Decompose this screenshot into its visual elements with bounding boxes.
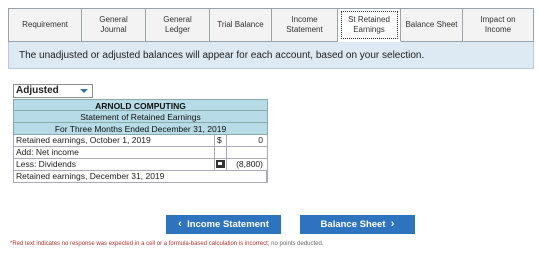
statement-row: Add: Net income	[13, 147, 268, 159]
tab-requirement[interactable]: Requirement	[8, 8, 82, 42]
tab-income-statement[interactable]: Income Statement	[272, 8, 338, 42]
tab-general-ledger[interactable]: General Ledger	[146, 8, 210, 42]
amount-input[interactable]	[227, 147, 267, 158]
tab-st-retained-earnings[interactable]: St Retained Earnings	[338, 8, 401, 42]
chevron-right-icon: ›	[390, 218, 395, 230]
balance-type-value: Adjusted	[16, 85, 59, 96]
statement-row: Retained earnings, October 1, 2019 $0	[13, 135, 268, 147]
retained-earnings-statement: ARNOLD COMPUTING Statement of Retained E…	[13, 99, 268, 183]
tab-general-journal[interactable]: General Journal	[82, 8, 146, 42]
chevron-down-icon	[80, 89, 88, 93]
tab-trial-balance[interactable]: Trial Balance	[210, 8, 272, 42]
income-statement-button[interactable]: ‹ Income Statement	[166, 215, 281, 234]
company-name: ARNOLD COMPUTING	[13, 99, 268, 111]
footnote: *Red text indicates no response was expe…	[10, 241, 324, 247]
row-label: Retained earnings, December 31, 2019	[14, 171, 267, 182]
statement-title: Statement of Retained Earnings	[13, 111, 268, 123]
row-label: Add: Net income	[14, 147, 215, 158]
amount-input[interactable]: (8,800)	[227, 159, 267, 170]
tab-balance-sheet[interactable]: Balance Sheet	[401, 8, 463, 42]
flag-icon	[216, 160, 225, 168]
row-label: Less: Dividends	[14, 159, 215, 170]
info-banner: The unadjusted or adjusted balances will…	[8, 42, 534, 69]
balance-sheet-button[interactable]: Balance Sheet ›	[300, 215, 415, 234]
tab-impact-on-income[interactable]: Impact on Income	[463, 8, 534, 42]
tab-bar: Requirement General Journal General Ledger…	[8, 8, 534, 42]
statement-row: Retained earnings, December 31, 2019	[13, 171, 268, 183]
amount-input[interactable]: 0	[227, 135, 267, 146]
statement-row: Less: Dividends (8,800)	[13, 159, 268, 171]
row-label: Retained earnings, October 1, 2019	[14, 135, 215, 146]
balance-type-select[interactable]: Adjusted	[13, 84, 93, 98]
chevron-left-icon: ‹	[178, 218, 182, 230]
statement-period: For Three Months Ended December 31, 2019	[13, 123, 268, 135]
